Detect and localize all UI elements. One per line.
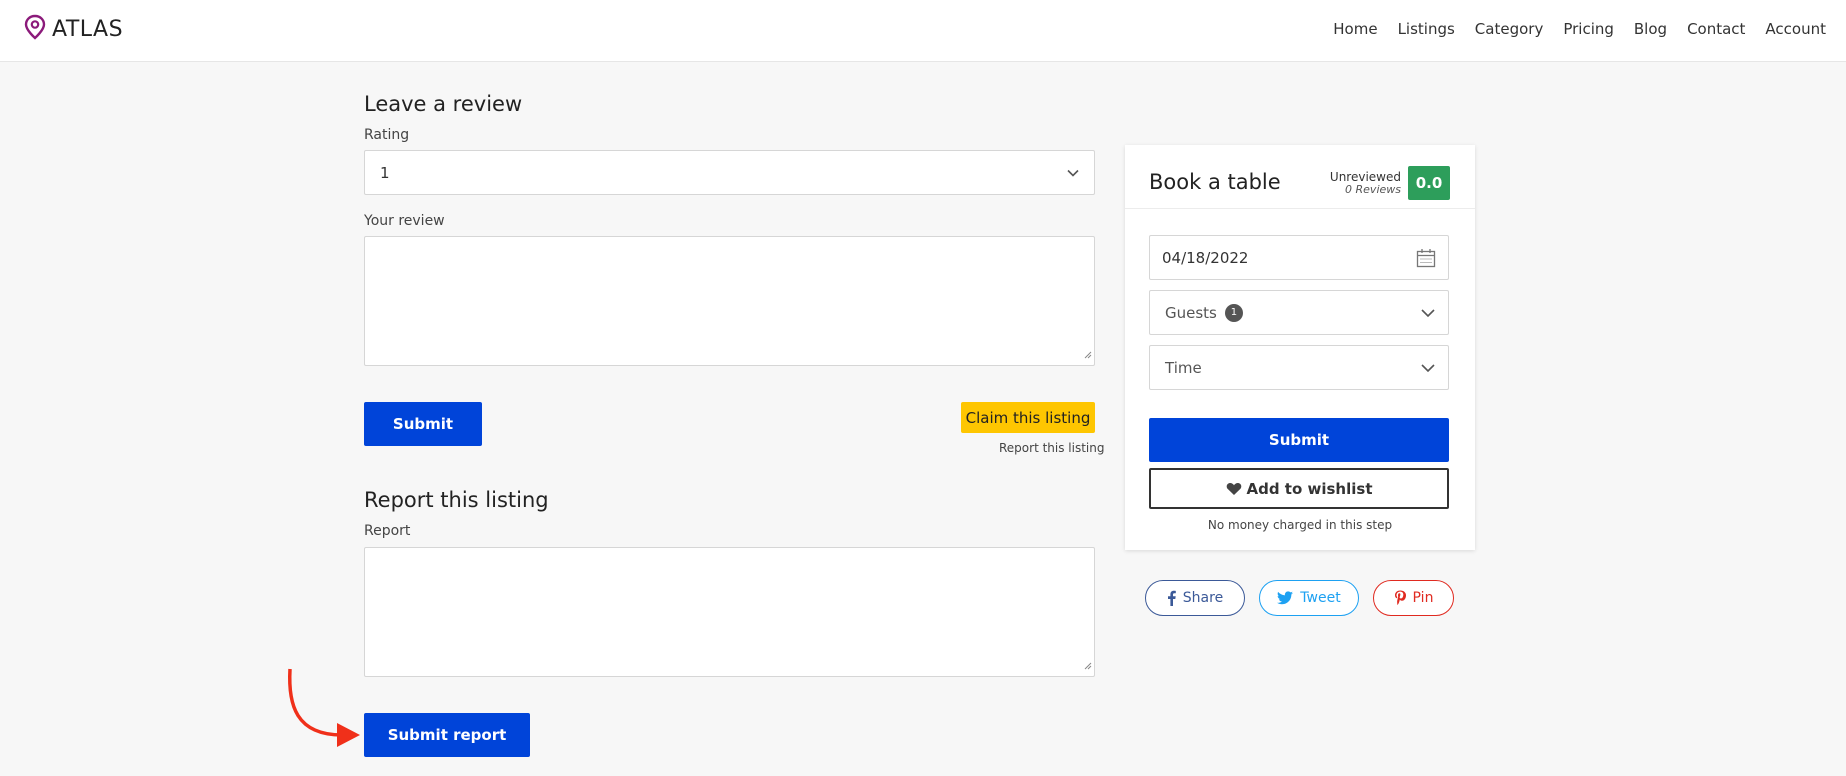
- add-to-wishlist-button[interactable]: Add to wishlist: [1149, 468, 1449, 509]
- annotation-arrow-icon: [282, 665, 362, 755]
- twitter-share-button[interactable]: Tweet: [1259, 580, 1359, 616]
- date-field[interactable]: 04/18/2022: [1149, 235, 1449, 280]
- twitter-icon: [1277, 591, 1294, 605]
- rating-value: 1: [380, 163, 390, 182]
- brand-name: ATLAS: [52, 16, 124, 42]
- facebook-icon: [1167, 590, 1176, 606]
- nav-contact[interactable]: Contact: [1687, 20, 1745, 38]
- resize-grip-icon[interactable]: [1082, 344, 1092, 363]
- report-listing-link[interactable]: Report this listing: [999, 441, 1105, 455]
- card-divider: [1125, 208, 1475, 209]
- calendar-icon[interactable]: [1416, 248, 1436, 272]
- booking-submit-button[interactable]: Submit: [1149, 418, 1449, 462]
- rating-select[interactable]: 1: [364, 150, 1095, 195]
- pinterest-icon: [1394, 590, 1406, 606]
- time-label: Time: [1165, 358, 1202, 377]
- guests-count-badge: 1: [1224, 303, 1243, 322]
- chevron-down-icon: [1066, 166, 1080, 184]
- nav-category[interactable]: Category: [1475, 20, 1544, 38]
- review-label: Your review: [364, 213, 445, 229]
- review-heading: Leave a review: [364, 92, 523, 116]
- resize-grip-icon[interactable]: [1082, 655, 1092, 674]
- booking-title: Book a table: [1149, 170, 1281, 194]
- review-status: Unreviewed 0 Reviews: [1330, 171, 1401, 196]
- nav-pricing[interactable]: Pricing: [1563, 20, 1614, 38]
- location-pin-icon: [24, 14, 46, 44]
- pinterest-share-label: Pin: [1412, 590, 1434, 606]
- nav-account[interactable]: Account: [1765, 20, 1826, 38]
- rating-label: Rating: [364, 127, 410, 143]
- chevron-down-icon: [1420, 358, 1436, 382]
- facebook-share-label: Share: [1182, 590, 1224, 606]
- submit-report-button[interactable]: Submit report: [364, 713, 530, 757]
- report-label: Report: [364, 523, 411, 539]
- booking-card: Book a table Unreviewed 0 Reviews 0.0 04…: [1125, 145, 1475, 550]
- nav-home[interactable]: Home: [1333, 20, 1377, 38]
- date-value: 04/18/2022: [1162, 248, 1249, 267]
- guests-label: Guests: [1165, 303, 1217, 322]
- facebook-share-button[interactable]: Share: [1145, 580, 1245, 616]
- score-badge: 0.0: [1408, 166, 1450, 200]
- no-charge-note: No money charged in this step: [1207, 518, 1393, 532]
- brand-logo[interactable]: ATLAS: [24, 14, 123, 44]
- pinterest-share-button[interactable]: Pin: [1373, 580, 1454, 616]
- wishlist-label: Add to wishlist: [1246, 479, 1373, 498]
- guests-select[interactable]: Guests 1: [1149, 290, 1449, 335]
- time-select[interactable]: Time: [1149, 345, 1449, 390]
- report-heading: Report this listing: [364, 488, 549, 512]
- reviews-count: 0 Reviews: [1345, 183, 1401, 196]
- main-nav: Home Listings Category Pricing Blog Cont…: [1333, 20, 1846, 38]
- nav-listings[interactable]: Listings: [1398, 20, 1455, 38]
- nav-blog[interactable]: Blog: [1634, 20, 1667, 38]
- claim-listing-button[interactable]: Claim this listing: [961, 402, 1095, 433]
- review-textarea[interactable]: [364, 236, 1095, 366]
- twitter-share-label: Tweet: [1300, 590, 1341, 606]
- top-header: ATLAS Home Listings Category Pricing Blo…: [0, 0, 1846, 62]
- report-textarea[interactable]: [364, 547, 1095, 677]
- heart-icon: [1226, 482, 1242, 496]
- review-submit-button[interactable]: Submit: [364, 402, 482, 446]
- chevron-down-icon: [1420, 303, 1436, 327]
